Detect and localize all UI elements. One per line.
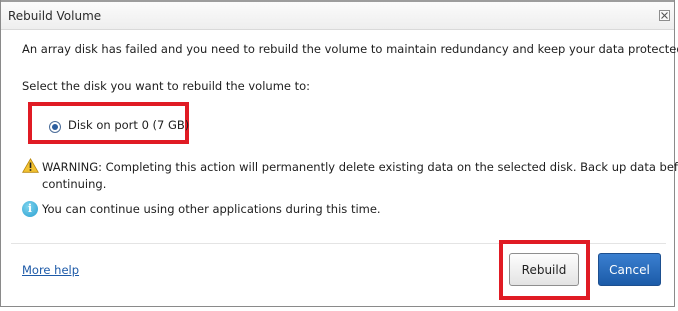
disk-radio-button[interactable] <box>49 121 61 133</box>
warning-text-line2: continuing. <box>42 177 107 191</box>
disk-option-label[interactable]: Disk on port 0 (7 GB) <box>68 118 189 132</box>
close-icon[interactable] <box>659 10 670 21</box>
dialog-title: Rebuild Volume <box>8 9 102 23</box>
info-icon: i <box>22 201 38 217</box>
cancel-button[interactable]: Cancel <box>598 253 661 286</box>
rebuild-button[interactable]: Rebuild <box>509 253 579 286</box>
warning-text-line1: WARNING: Completing this action will per… <box>42 160 678 174</box>
disk-option-highlight: Disk on port 0 (7 GB) <box>28 102 189 144</box>
select-prompt: Select the disk you want to rebuild the … <box>22 79 311 93</box>
warning-icon <box>22 158 39 173</box>
more-help-link[interactable]: More help <box>22 263 79 277</box>
rebuild-volume-dialog: Rebuild Volume An array disk has failed … <box>0 0 678 307</box>
title-bar: Rebuild Volume <box>1 0 674 30</box>
radio-selected-dot <box>52 124 58 130</box>
info-text: You can continue using other application… <box>42 202 381 216</box>
intro-text: An array disk has failed and you need to… <box>22 42 678 56</box>
